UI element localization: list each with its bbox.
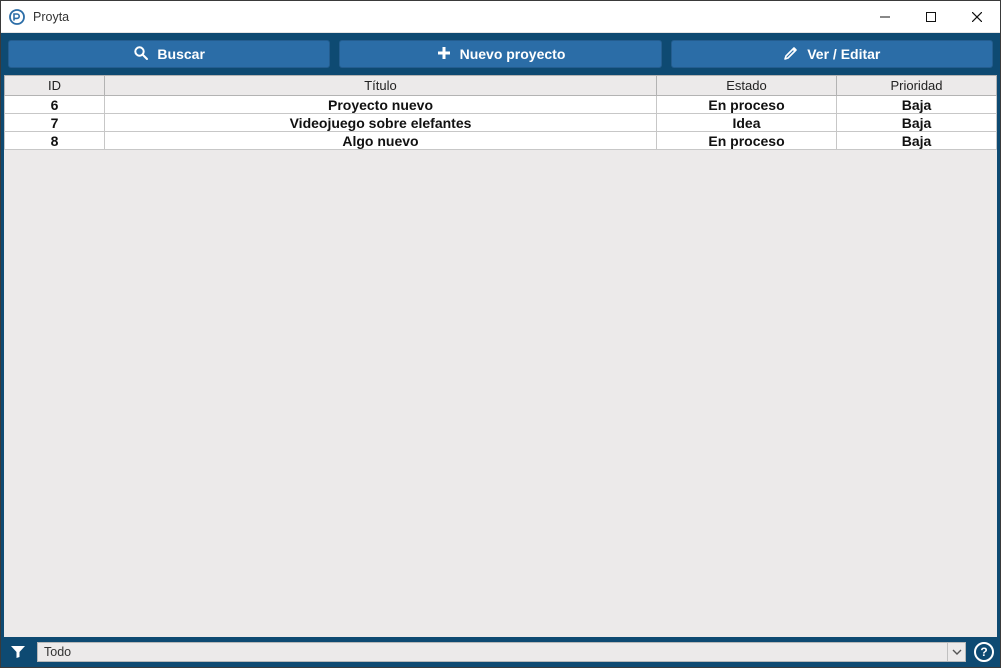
cell-id: 6	[5, 96, 105, 114]
chevron-down-icon	[947, 643, 965, 661]
filter-dropdown[interactable]: Todo	[37, 642, 966, 662]
table-header-row: ID Título Estado Prioridad	[5, 76, 997, 96]
col-header-title[interactable]: Título	[105, 76, 657, 96]
table-row[interactable]: 8Algo nuevoEn procesoBaja	[5, 132, 997, 150]
table-row[interactable]: 7Videojuego sobre elefantesIdeaBaja	[5, 114, 997, 132]
table-body: 6Proyecto nuevoEn procesoBaja7Videojuego…	[5, 96, 997, 150]
col-header-state[interactable]: Estado	[657, 76, 837, 96]
titlebar: Proyta	[1, 1, 1000, 33]
cell-state: Idea	[657, 114, 837, 132]
window-title: Proyta	[33, 10, 69, 24]
cell-title: Algo nuevo	[105, 132, 657, 150]
search-button-label: Buscar	[157, 46, 204, 62]
search-icon	[133, 45, 149, 64]
cell-priority: Baja	[837, 132, 997, 150]
app-icon	[9, 9, 25, 25]
window-close-button[interactable]	[954, 1, 1000, 33]
search-button[interactable]: Buscar	[8, 40, 330, 68]
cell-priority: Baja	[837, 114, 997, 132]
cell-title: Proyecto nuevo	[105, 96, 657, 114]
help-button[interactable]: ?	[974, 642, 994, 662]
app-window: Proyta Buscar Nuevo proyecto	[0, 0, 1001, 668]
cell-title: Videojuego sobre elefantes	[105, 114, 657, 132]
status-bar: Todo ?	[1, 637, 1000, 667]
table-area: ID Título Estado Prioridad 6Proyecto nue…	[1, 75, 1000, 637]
window-maximize-button[interactable]	[908, 1, 954, 33]
cell-id: 8	[5, 132, 105, 150]
filter-icon[interactable]	[7, 641, 29, 663]
filter-dropdown-value: Todo	[44, 645, 71, 659]
toolbar: Buscar Nuevo proyecto Ver / Editar	[1, 33, 1000, 75]
table-row[interactable]: 6Proyecto nuevoEn procesoBaja	[5, 96, 997, 114]
view-edit-button[interactable]: Ver / Editar	[671, 40, 993, 68]
cell-state: En proceso	[657, 132, 837, 150]
col-header-priority[interactable]: Prioridad	[837, 76, 997, 96]
cell-state: En proceso	[657, 96, 837, 114]
cell-priority: Baja	[837, 96, 997, 114]
projects-table: ID Título Estado Prioridad 6Proyecto nue…	[4, 75, 997, 150]
window-minimize-button[interactable]	[862, 1, 908, 33]
cell-id: 7	[5, 114, 105, 132]
new-project-button-label: Nuevo proyecto	[460, 46, 566, 62]
pencil-icon	[783, 45, 799, 64]
col-header-id[interactable]: ID	[5, 76, 105, 96]
new-project-button[interactable]: Nuevo proyecto	[339, 40, 661, 68]
plus-icon	[436, 45, 452, 64]
view-edit-button-label: Ver / Editar	[807, 46, 880, 62]
